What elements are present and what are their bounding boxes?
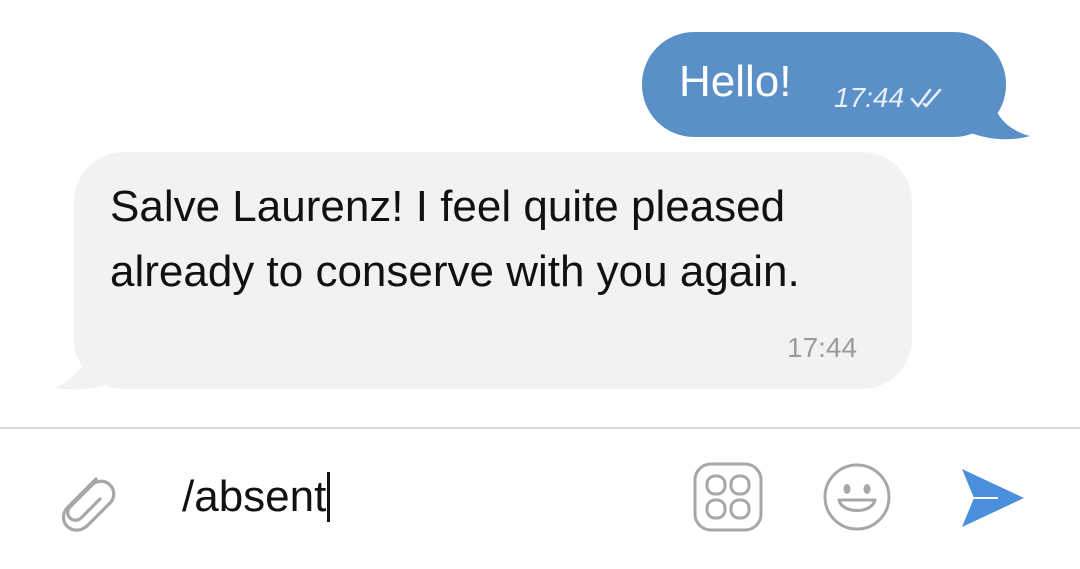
message-input-value: /absent (182, 472, 327, 521)
text-cursor (327, 472, 331, 522)
send-icon[interactable] (958, 465, 1028, 531)
message-input[interactable]: /absent (182, 467, 331, 527)
incoming-message-time: 17:44 (787, 332, 858, 363)
outgoing-message-text: Hello! (679, 57, 792, 106)
message-list: Hello! 17:44 Salve Laurenz! I feel quite… (0, 0, 1080, 428)
emoji-icon[interactable] (822, 462, 892, 532)
outgoing-message-meta: 17:44 (834, 78, 944, 118)
double-check-icon (910, 88, 942, 108)
message-composer: /absent (0, 429, 1080, 569)
incoming-message-bubble[interactable]: Salve Laurenz! I feel quite pleased alre… (74, 152, 912, 389)
outgoing-message-bubble[interactable]: Hello! 17:44 (642, 32, 1006, 137)
incoming-message-text: Salve Laurenz! I feel quite pleased alre… (110, 182, 800, 296)
outgoing-message-time: 17:44 (834, 82, 905, 113)
bot-commands-icon[interactable] (693, 462, 763, 532)
paperclip-icon[interactable] (50, 465, 118, 537)
